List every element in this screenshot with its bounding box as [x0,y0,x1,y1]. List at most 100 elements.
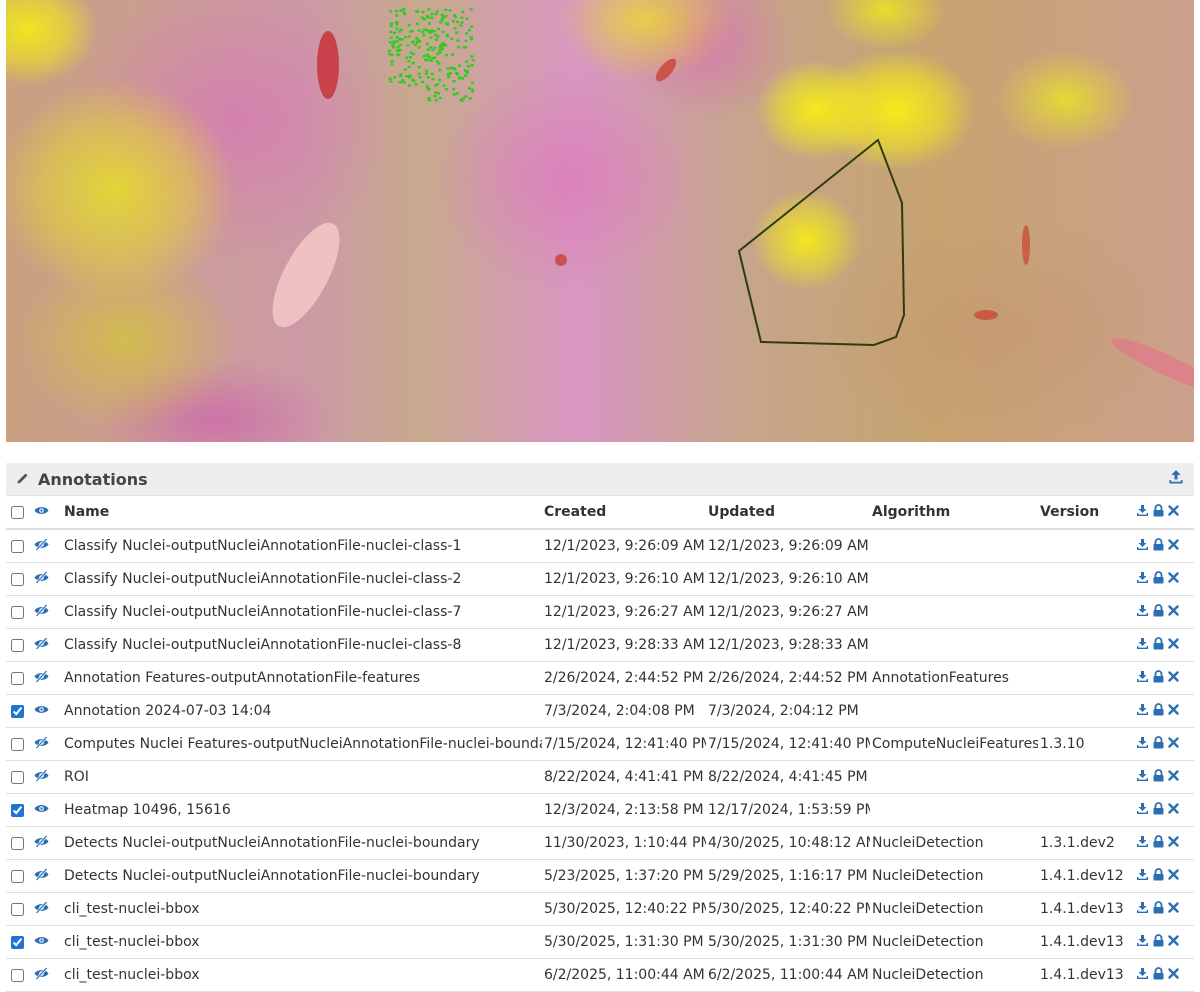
delete-icon[interactable] [1168,802,1179,818]
eye-slash-icon[interactable] [34,669,49,687]
delete-icon[interactable] [1168,769,1179,785]
eye-slash-icon[interactable] [34,768,49,786]
eye-slash-icon[interactable] [34,834,49,852]
delete-icon[interactable] [1168,934,1179,950]
download-icon[interactable] [1136,670,1149,687]
lock-icon[interactable] [1153,537,1164,555]
download-icon[interactable] [1136,703,1149,720]
download-icon[interactable] [1136,538,1149,555]
annotation-row[interactable]: cli_test-nuclei-bbox 6/2/2025, 11:00:44 … [6,958,1194,992]
row-checkbox[interactable] [11,770,24,784]
lock-icon[interactable] [1153,669,1164,687]
annotation-row[interactable]: cli_test-nuclei-bbox 5/30/2025, 1:31:30 … [6,925,1194,959]
download-icon[interactable] [1136,604,1149,621]
row-checkbox[interactable] [11,803,24,817]
lock-icon[interactable] [1153,867,1164,885]
annotation-row[interactable]: Annotation 2024-07-03 14:04 7/3/2024, 2:… [6,694,1194,728]
delete-icon[interactable] [1168,538,1179,554]
row-checkbox[interactable] [11,836,24,850]
column-name[interactable]: Name [62,496,542,530]
download-icon[interactable] [1136,769,1149,786]
annotation-row[interactable]: Classify Nuclei-outputNucleiAnnotationFi… [6,562,1194,596]
annotation-row[interactable]: Classify Nuclei-outputNucleiAnnotationFi… [6,529,1194,563]
lock-icon[interactable] [1153,636,1164,654]
delete-icon[interactable] [1168,637,1179,653]
delete-icon[interactable] [1168,967,1179,983]
eye-slash-icon[interactable] [34,735,49,753]
row-checkbox[interactable] [11,869,24,883]
delete-icon[interactable] [1168,604,1179,620]
column-created[interactable]: Created [542,496,706,530]
slide-viewer[interactable] [6,0,1194,442]
upload-icon[interactable] [1168,469,1184,489]
eye-slash-icon[interactable] [34,966,49,984]
column-algorithm[interactable]: Algorithm [870,496,1038,530]
lock-icon[interactable] [1153,768,1164,786]
eye-slash-icon[interactable] [34,570,49,588]
delete-icon[interactable] [1168,571,1179,587]
annotation-row[interactable]: ROI 8/22/2024, 4:41:41 PM 8/22/2024, 4:4… [6,760,1194,794]
lock-icon[interactable] [1153,966,1164,984]
column-updated[interactable]: Updated [706,496,870,530]
eye-slash-icon[interactable] [34,867,49,885]
lock-icon[interactable] [1153,603,1164,621]
row-checkbox[interactable] [11,935,24,949]
lock-icon[interactable] [1153,503,1164,521]
eye-slash-icon[interactable] [34,900,49,918]
row-checkbox[interactable] [11,605,24,619]
annotation-row[interactable]: Classify Nuclei-outputNucleiAnnotationFi… [6,628,1194,662]
download-icon[interactable] [1136,868,1149,885]
download-icon[interactable] [1136,835,1149,852]
eye-icon[interactable] [34,802,49,819]
nucleus-point [427,22,431,25]
lock-icon[interactable] [1153,801,1164,819]
delete-icon[interactable] [1168,670,1179,686]
download-icon[interactable] [1136,802,1149,819]
lock-icon[interactable] [1153,933,1164,951]
row-checkbox[interactable] [11,968,24,982]
download-icon[interactable] [1136,967,1149,984]
delete-icon[interactable] [1168,835,1179,851]
lock-icon[interactable] [1153,735,1164,753]
annotation-row[interactable]: Heatmap 10496, 15616 12/3/2024, 2:13:58 … [6,793,1194,827]
annotation-row[interactable]: Detects Nuclei-outputNucleiAnnotationFil… [6,859,1194,893]
nucleus-point [407,84,411,87]
eye-icon[interactable] [34,703,49,720]
download-icon[interactable] [1136,901,1149,918]
delete-icon[interactable] [1168,504,1179,520]
download-icon[interactable] [1136,934,1149,951]
delete-icon[interactable] [1168,868,1179,884]
annotation-row[interactable]: Annotation Features-outputAnnotationFile… [6,661,1194,695]
eye-slash-icon[interactable] [34,603,49,621]
eye-icon[interactable] [34,504,49,520]
column-version[interactable]: Version [1038,496,1134,530]
download-icon[interactable] [1136,736,1149,753]
annotation-row[interactable]: Classify Nuclei-outputNucleiAnnotationFi… [6,595,1194,629]
eye-slash-icon[interactable] [34,636,49,654]
lock-icon[interactable] [1153,900,1164,918]
row-checkbox[interactable] [11,539,24,553]
lock-icon[interactable] [1153,834,1164,852]
eye-icon[interactable] [34,934,49,951]
download-icon[interactable] [1136,637,1149,654]
nucleus-point [393,76,397,79]
delete-icon[interactable] [1168,901,1179,917]
delete-icon[interactable] [1168,736,1179,752]
row-checkbox[interactable] [11,737,24,751]
annotation-row[interactable]: Computes Nuclei Features-outputNucleiAnn… [6,727,1194,761]
download-icon[interactable] [1136,571,1149,588]
row-checkbox[interactable] [11,638,24,652]
nucleus-point [424,28,428,32]
row-checkbox[interactable] [11,902,24,916]
lock-icon[interactable] [1153,702,1164,720]
annotation-row[interactable]: Detects Nuclei-outputNucleiAnnotationFil… [6,826,1194,860]
delete-icon[interactable] [1168,703,1179,719]
download-icon[interactable] [1136,504,1149,521]
row-checkbox[interactable] [11,704,24,718]
lock-icon[interactable] [1153,570,1164,588]
row-checkbox[interactable] [11,572,24,586]
eye-slash-icon[interactable] [34,537,49,555]
annotation-row[interactable]: cli_test-nuclei-bbox 5/30/2025, 12:40:22… [6,892,1194,926]
row-checkbox[interactable] [11,671,24,685]
select-all-checkbox[interactable] [11,505,24,519]
